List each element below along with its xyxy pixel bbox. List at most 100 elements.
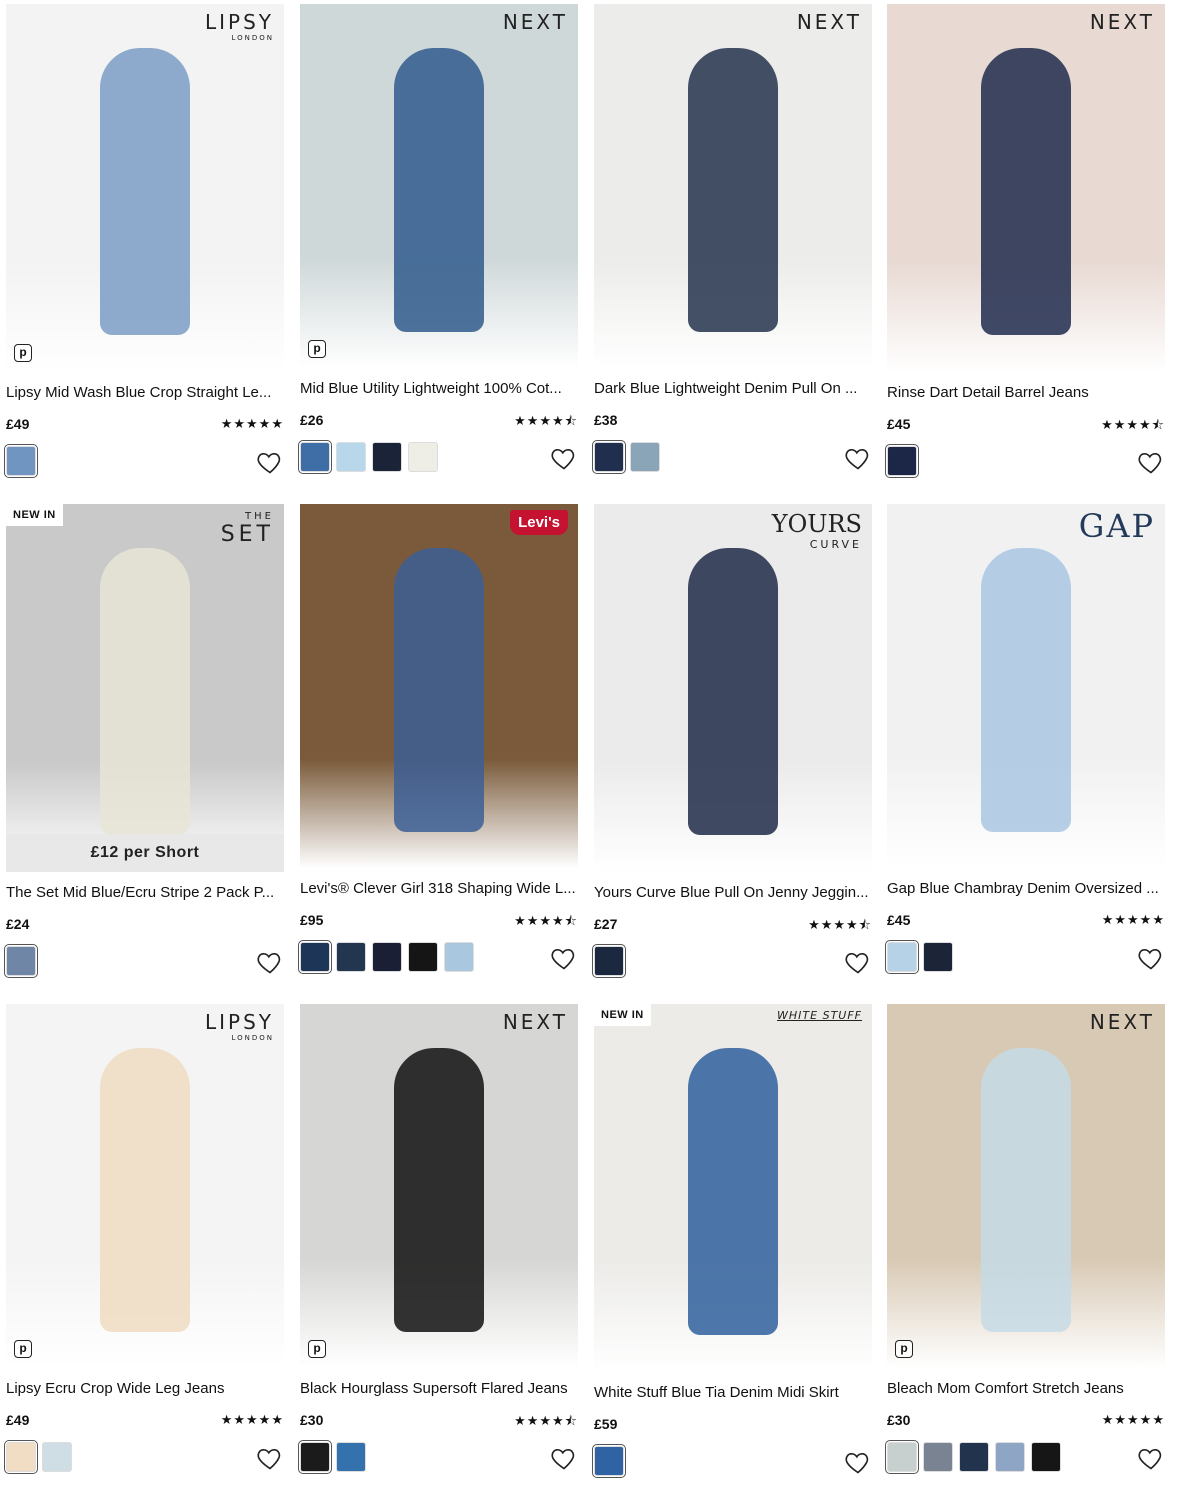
heart-icon[interactable] xyxy=(1137,448,1165,476)
product-title[interactable]: Rinse Dart Detail Barrel Jeans xyxy=(887,384,1165,401)
colour-swatch[interactable] xyxy=(995,1442,1025,1472)
product-card[interactable]: NEXT Dark Blue Lightweight Denim Pull On … xyxy=(592,4,872,484)
colour-swatch[interactable] xyxy=(923,942,953,972)
product-grid: LIPSY LONDON p Lipsy Mid Wash Blue Crop Str… xyxy=(0,0,1200,1498)
product-card[interactable]: NEXT p Bleach Mom Comfort Stretch Jeans £30… xyxy=(885,1004,1165,1484)
colour-swatches xyxy=(298,1440,366,1474)
product-card[interactable]: NEXT Rinse Dart Detail Barrel Jeans £45 ★★★… xyxy=(885,4,1165,484)
model-figure xyxy=(981,547,1071,832)
star-rating: ★★★★⯪ xyxy=(514,1413,578,1428)
product-image[interactable]: YOURS CURVE xyxy=(594,504,872,872)
colour-swatches xyxy=(4,444,38,478)
brand-logo: NEXT xyxy=(796,10,862,34)
colour-swatch[interactable] xyxy=(959,1442,989,1472)
colour-swatch[interactable] xyxy=(336,442,366,472)
product-image[interactable]: Levi's xyxy=(300,504,578,868)
colour-swatch[interactable] xyxy=(885,940,919,974)
product-card[interactable]: NEXT p Black Hourglass Supersoft Flared Je… xyxy=(298,1004,578,1484)
product-card[interactable]: LIPSY LONDON p Lipsy Mid Wash Blue Crop Str… xyxy=(4,4,284,484)
colour-swatches xyxy=(592,944,626,978)
colour-swatch[interactable] xyxy=(592,944,626,978)
product-title[interactable]: Bleach Mom Comfort Stretch Jeans xyxy=(887,1380,1165,1397)
model-figure xyxy=(981,1047,1071,1332)
heart-icon[interactable] xyxy=(256,448,284,476)
colour-swatch[interactable] xyxy=(372,942,402,972)
colour-swatch[interactable] xyxy=(630,442,660,472)
product-image[interactable]: LIPSY LONDON p xyxy=(6,1004,284,1368)
product-price: £27 xyxy=(594,916,618,932)
colour-swatch[interactable] xyxy=(336,1442,366,1472)
heart-icon[interactable] xyxy=(1137,944,1165,972)
promo-banner: £12 per Short xyxy=(6,834,284,872)
product-card[interactable]: NEXT p Mid Blue Utility Lightweight 100% C… xyxy=(298,4,578,484)
product-card[interactable]: YOURS CURVE Yours Curve Blue Pull On Jenny… xyxy=(592,504,872,984)
heart-icon[interactable] xyxy=(1137,1444,1165,1472)
product-image[interactable]: THE SET NEW IN £12 per Short xyxy=(6,504,284,872)
colour-swatch[interactable] xyxy=(298,440,332,474)
colour-swatch[interactable] xyxy=(592,1444,626,1478)
colour-swatch[interactable] xyxy=(923,1442,953,1472)
product-title[interactable]: Lipsy Mid Wash Blue Crop Straight Le... xyxy=(6,384,284,401)
colour-swatch[interactable] xyxy=(4,944,38,978)
brand-logo: GAP xyxy=(1078,507,1155,545)
product-image[interactable]: NEXT p xyxy=(300,1004,578,1368)
model-figure xyxy=(100,1047,190,1332)
colour-swatch[interactable] xyxy=(298,940,332,974)
heart-icon[interactable] xyxy=(256,1444,284,1472)
colour-swatches xyxy=(592,440,660,474)
colour-swatches xyxy=(885,940,953,974)
product-price: £38 xyxy=(594,412,618,428)
colour-swatch[interactable] xyxy=(4,1440,38,1474)
star-rating: ★★★★⯪ xyxy=(808,917,872,932)
product-image[interactable]: NEXT p xyxy=(300,4,578,368)
product-image[interactable]: NEXT p xyxy=(887,1004,1165,1368)
product-title[interactable]: The Set Mid Blue/Ecru Stripe 2 Pack P... xyxy=(6,884,284,901)
product-title[interactable]: Lipsy Ecru Crop Wide Leg Jeans xyxy=(6,1380,284,1397)
colour-swatch[interactable] xyxy=(408,442,438,472)
product-title[interactable]: Dark Blue Lightweight Denim Pull On ... xyxy=(594,380,872,397)
model-figure xyxy=(688,47,778,332)
product-title[interactable]: Gap Blue Chambray Denim Oversized ... xyxy=(887,880,1165,897)
colour-swatch[interactable] xyxy=(408,942,438,972)
product-price: £45 xyxy=(887,912,911,928)
product-card[interactable]: WHITE STUFF NEW IN White Stuff Blue Tia De… xyxy=(592,1004,872,1484)
model-figure xyxy=(394,47,484,332)
product-title[interactable]: Mid Blue Utility Lightweight 100% Cot... xyxy=(300,380,578,397)
colour-swatch[interactable] xyxy=(298,1440,332,1474)
product-image[interactable]: NEXT xyxy=(887,4,1165,372)
colour-swatch[interactable] xyxy=(1031,1442,1061,1472)
product-card[interactable]: LIPSY LONDON p Lipsy Ecru Crop Wide Leg Jea… xyxy=(4,1004,284,1484)
colour-swatch[interactable] xyxy=(4,444,38,478)
brand-logo: LIPSY LONDON xyxy=(204,10,274,42)
colour-swatch[interactable] xyxy=(42,1442,72,1472)
colour-swatch[interactable] xyxy=(885,444,919,478)
product-image[interactable]: LIPSY LONDON p xyxy=(6,4,284,372)
product-card[interactable]: THE SET NEW IN £12 per Short The Set Mid Blu… xyxy=(4,504,284,984)
product-card[interactable]: GAP Gap Blue Chambray Denim Oversized ...… xyxy=(885,504,1165,984)
heart-icon[interactable] xyxy=(256,948,284,976)
star-rating: ★★★★⯪ xyxy=(514,413,578,428)
colour-swatch[interactable] xyxy=(372,442,402,472)
brand-logo: NEXT xyxy=(1089,10,1155,34)
heart-icon[interactable] xyxy=(844,444,872,472)
product-image[interactable]: WHITE STUFF NEW IN xyxy=(594,1004,872,1372)
colour-swatch[interactable] xyxy=(336,942,366,972)
product-image[interactable]: GAP xyxy=(887,504,1165,868)
heart-icon[interactable] xyxy=(550,1444,578,1472)
product-title[interactable]: Levi's® Clever Girl 318 Shaping Wide L..… xyxy=(300,880,578,897)
product-title[interactable]: White Stuff Blue Tia Denim Midi Skirt xyxy=(594,1384,872,1401)
product-title[interactable]: Black Hourglass Supersoft Flared Jeans xyxy=(300,1380,578,1397)
heart-icon[interactable] xyxy=(844,948,872,976)
product-image[interactable]: NEXT xyxy=(594,4,872,368)
colour-swatch[interactable] xyxy=(885,1440,919,1474)
product-price: £45 xyxy=(887,416,911,432)
model-figure xyxy=(394,1047,484,1332)
colour-swatch[interactable] xyxy=(592,440,626,474)
heart-icon[interactable] xyxy=(844,1448,872,1476)
product-title[interactable]: Yours Curve Blue Pull On Jenny Jeggin... xyxy=(594,884,872,901)
heart-icon[interactable] xyxy=(550,944,578,972)
colour-swatch[interactable] xyxy=(444,942,474,972)
product-card[interactable]: Levi's Levi's® Clever Girl 318 Shaping Wi… xyxy=(298,504,578,984)
partner-icon: p xyxy=(308,340,326,358)
heart-icon[interactable] xyxy=(550,444,578,472)
